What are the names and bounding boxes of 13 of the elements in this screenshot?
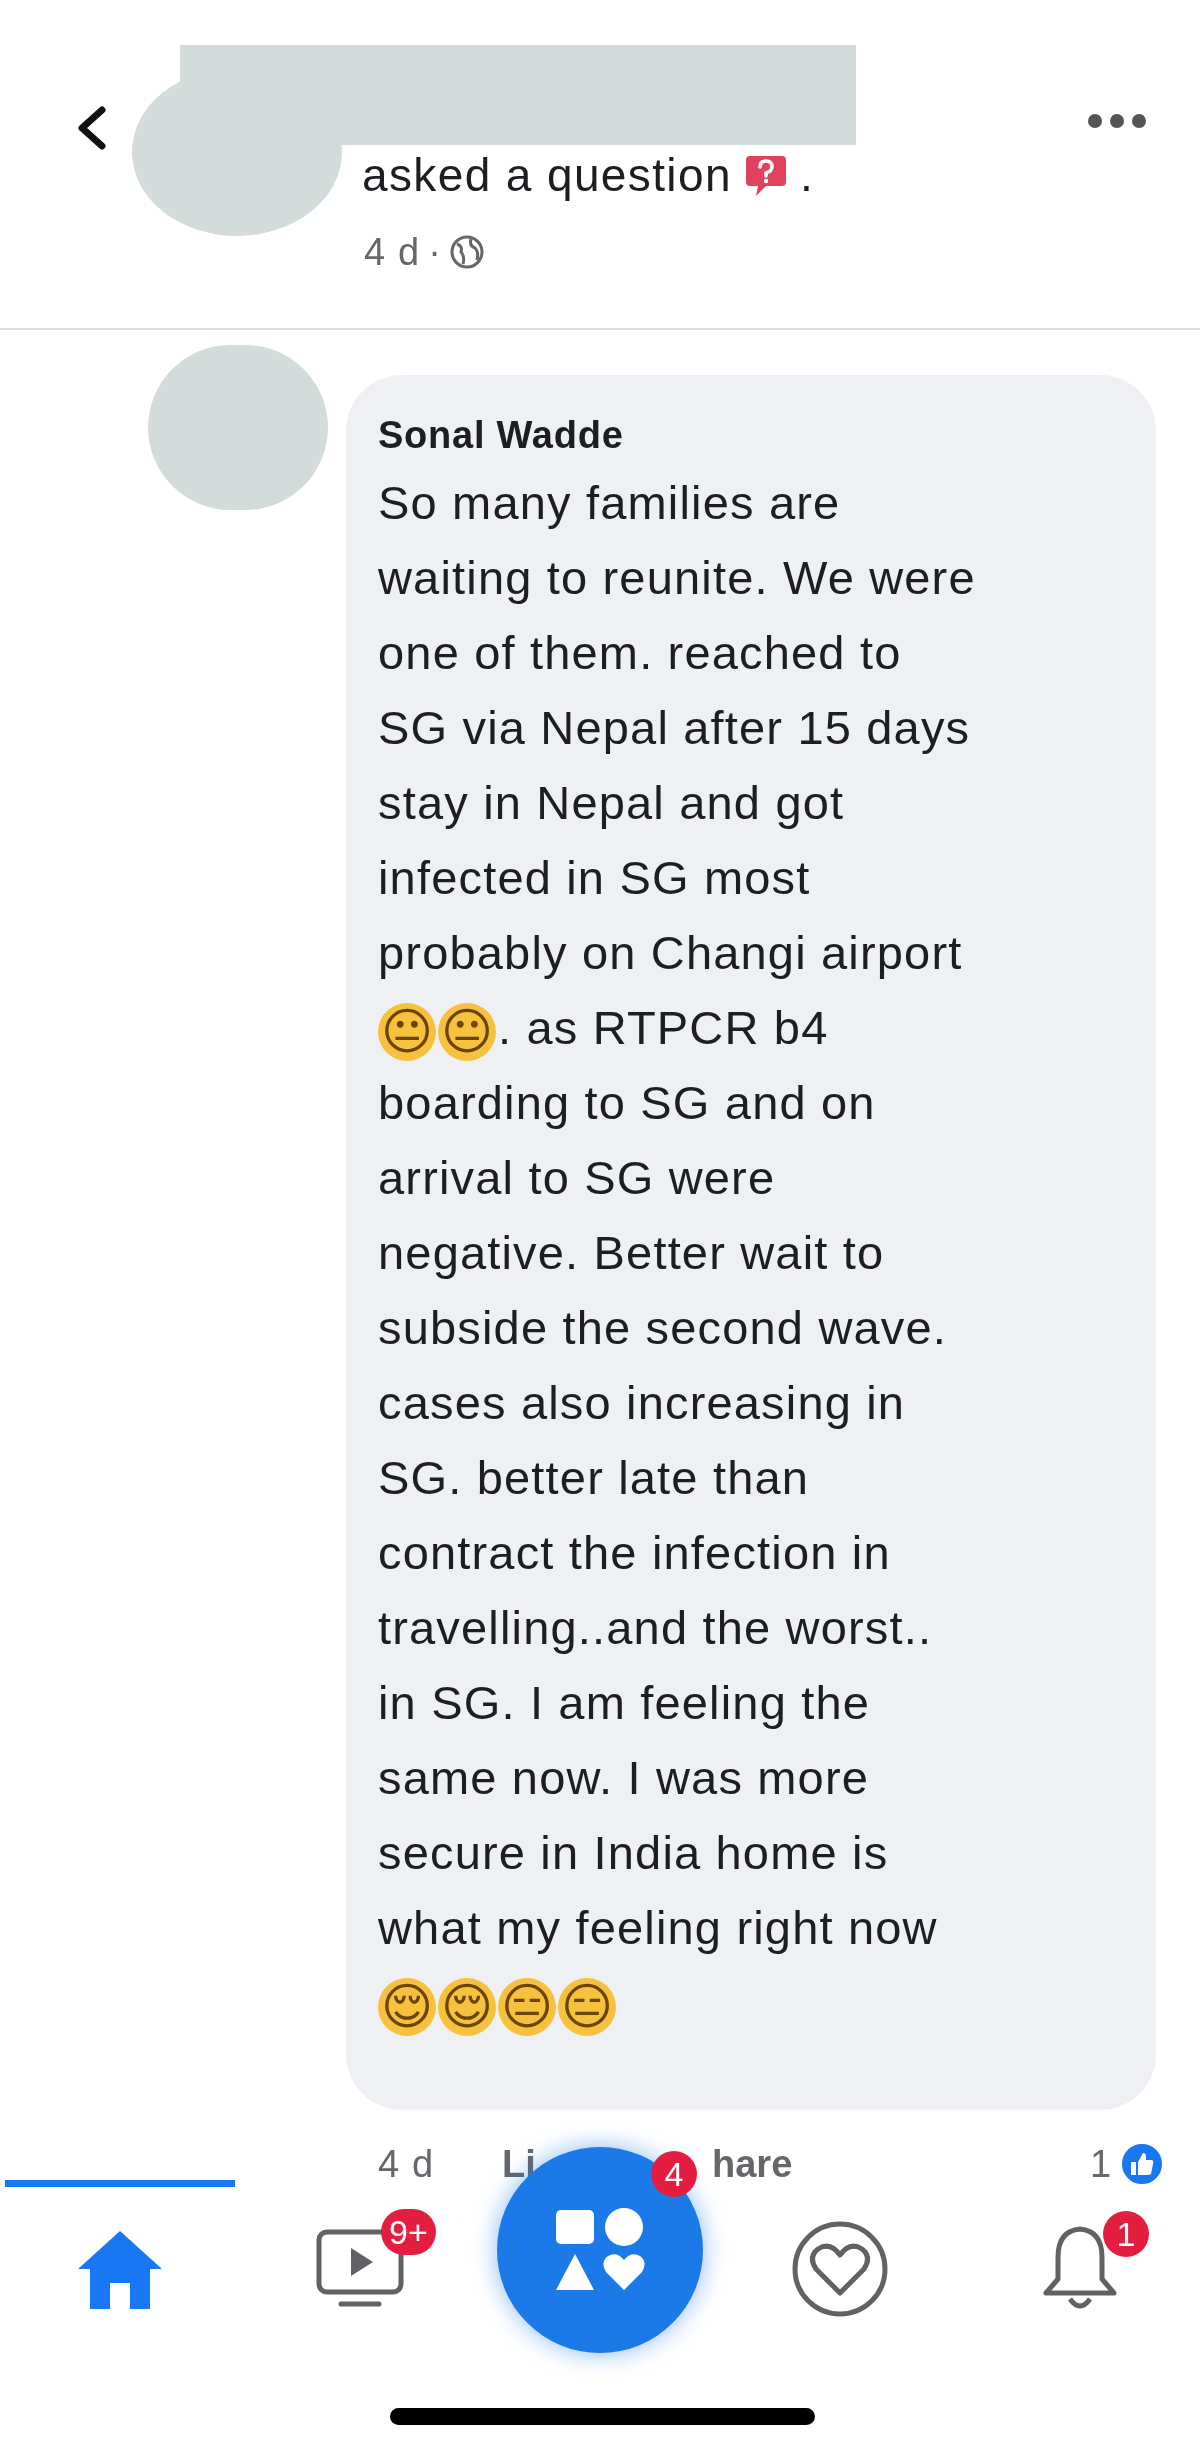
notification-badge: 9+ <box>381 2209 436 2255</box>
share-link[interactable]: hare <box>712 2140 793 2188</box>
notification-badge: 4 <box>651 2151 697 2197</box>
globe-icon <box>448 234 485 270</box>
notification-badge: 1 <box>1103 2211 1149 2257</box>
post-action-text: asked a question <box>362 148 732 203</box>
period-text: . <box>799 148 813 203</box>
separator-text: · <box>428 230 441 275</box>
comment-text: So many families are waiting to reunite. We were one of them. reached to SG via Nepal after 15 days stay in Nepal and got infected in SG most probably on Changi airport 😐😐. as RTPCR b4 boarding to SG and on arrival to SG were negative. Better wait to subside the second wave. cases also increasing in SG. better late than contract the infection in travelling..and the worst.. in SG. I am feeling the same now. I was more secure in India home is what my feeling right now 😌😌😑😑 <box>378 475 976 2038</box>
post-time: 4 d <box>364 230 421 275</box>
comment-author[interactable]: Sonal Wadde <box>378 411 624 459</box>
shapes-icon <box>554 2208 646 2292</box>
more-icon[interactable] <box>1086 112 1148 130</box>
